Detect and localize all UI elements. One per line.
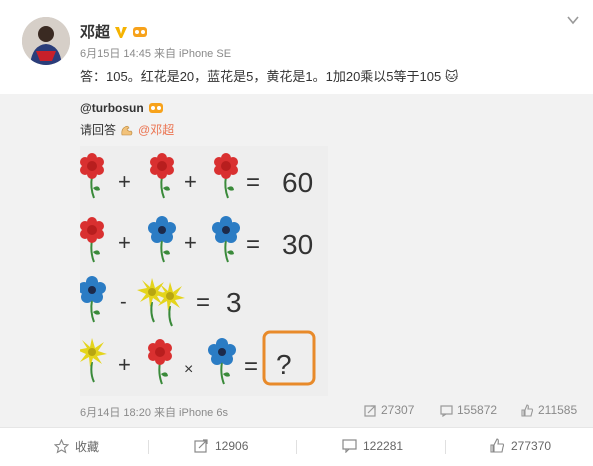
equals-sign: = xyxy=(246,231,260,258)
comment-icon xyxy=(440,404,453,417)
equals-sign: = xyxy=(196,289,210,316)
forward-icon xyxy=(194,439,208,453)
row4-result: ? xyxy=(276,349,292,380)
blue-flower xyxy=(207,337,237,385)
minus-sign: - xyxy=(120,291,127,313)
plus-sign: + xyxy=(118,169,131,194)
comment-icon xyxy=(342,439,357,453)
divider xyxy=(148,440,149,454)
forward-count: 12906 xyxy=(215,438,249,453)
equals-sign: = xyxy=(246,169,260,196)
author-name[interactable]: 邓超 xyxy=(80,21,110,42)
repost-meta: 6月14日 18:20 来自 iPhone 6s xyxy=(80,407,228,419)
plus-sign: + xyxy=(118,352,131,377)
puzzle-image[interactable]: + + = 60 + + = 30 - = 3 + × = ? xyxy=(80,146,328,396)
post-meta: 6月15日 14:45 来自 iPhone SE xyxy=(80,48,232,60)
thumbs-up-icon xyxy=(490,438,505,453)
red-flower xyxy=(80,152,105,199)
repost-text-body: 请回答 xyxy=(80,123,117,137)
repost-forward-count[interactable]: 27307 xyxy=(364,403,414,417)
original-post: 邓超 6月15日 14:45 来自 iPhone SE 答：105。红花是20，… xyxy=(0,0,593,94)
repost-text: 请回答 @邓超 xyxy=(80,121,174,138)
blue-flower xyxy=(80,275,107,323)
blue-flower xyxy=(147,215,177,263)
red-flower xyxy=(213,152,239,199)
mention-link[interactable]: @邓超 xyxy=(138,121,174,138)
repost-comment-count[interactable]: 155872 xyxy=(440,403,497,417)
like-count: 277370 xyxy=(511,438,552,453)
row2-result: 30 xyxy=(282,229,313,260)
plus-sign: + xyxy=(118,230,131,255)
vip-level-icon xyxy=(148,103,163,113)
times-sign: × xyxy=(184,361,193,378)
thumbs-up-icon xyxy=(521,403,534,417)
divider xyxy=(296,440,297,454)
forward-button[interactable]: 12906 xyxy=(194,438,248,453)
row1-result: 60 xyxy=(282,167,313,198)
vip-level-icon xyxy=(133,26,148,37)
equals-sign: = xyxy=(244,353,258,380)
row3-result: 3 xyxy=(226,287,242,318)
like-button[interactable]: 277370 xyxy=(490,438,551,453)
favorite-button[interactable]: 收藏 xyxy=(54,438,99,455)
cat-emoji-icon: 🐱 xyxy=(444,69,459,84)
repost-forward-value: 27307 xyxy=(381,403,415,417)
red-flower xyxy=(149,152,175,199)
flex-arm-icon xyxy=(121,125,133,135)
post-content-text: 答：105。红花是20，蓝花是5，黄花是1。1加20乘以5等于105 xyxy=(80,69,442,84)
star-icon xyxy=(54,439,69,454)
plus-sign: + xyxy=(184,169,197,194)
divider xyxy=(445,440,446,454)
repost-author-handle[interactable]: @turbosun xyxy=(80,101,144,115)
repost-like-count[interactable]: 211585 xyxy=(521,403,577,417)
comment-button[interactable]: 122281 xyxy=(342,438,403,453)
plus-sign: + xyxy=(184,230,197,255)
favorite-label: 收藏 xyxy=(75,440,100,454)
verified-v-icon xyxy=(115,26,128,38)
yellow-flower xyxy=(80,337,108,383)
repost-like-value: 211585 xyxy=(538,403,578,417)
red-flower xyxy=(80,216,105,263)
comment-count: 122281 xyxy=(363,438,404,453)
red-flower xyxy=(147,338,173,385)
blue-flower xyxy=(211,215,241,263)
action-bar: 收藏 12906 122281 277370 xyxy=(0,427,593,466)
chevron-down-icon[interactable] xyxy=(566,13,580,27)
forward-icon xyxy=(364,404,376,417)
repost-comment-value: 155872 xyxy=(457,403,498,417)
post-content: 答：105。红花是20，蓝花是5，黄花是1。1加20乘以5等于105 🐱 xyxy=(80,66,458,85)
author-avatar[interactable] xyxy=(22,17,70,65)
